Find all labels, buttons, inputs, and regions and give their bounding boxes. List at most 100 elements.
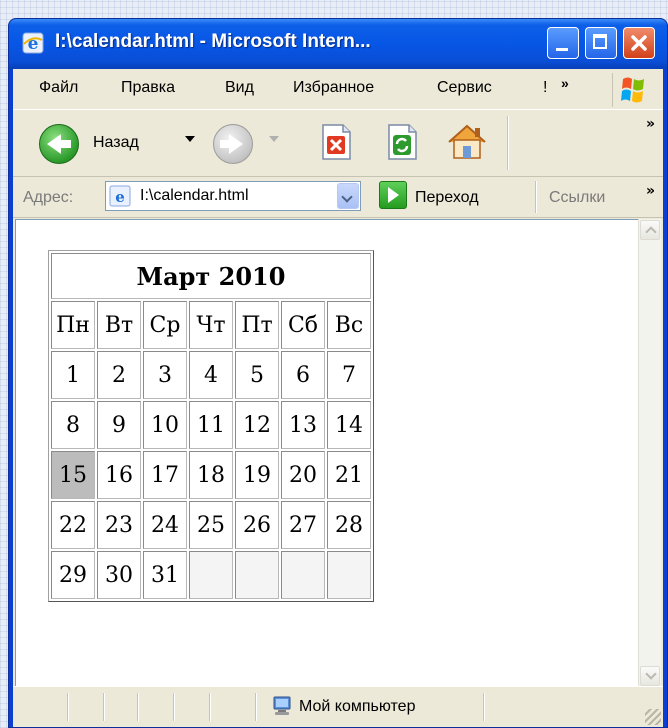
calendar-week-row: 15 16 17 18 19 20 21 <box>51 451 371 499</box>
address-input[interactable]: e I:\calendar.html <box>105 181 361 211</box>
ie-icon: e <box>22 32 44 54</box>
forward-dropdown-icon[interactable] <box>269 136 279 142</box>
weekday-header: Ср <box>143 301 187 349</box>
calendar-day: 16 <box>97 451 141 499</box>
svg-text:e: e <box>115 188 125 206</box>
scroll-up-icon[interactable] <box>640 220 660 240</box>
standard-toolbar: Назад » <box>13 110 663 177</box>
menu-help[interactable]: ! <box>543 79 547 97</box>
forward-button[interactable] <box>213 124 253 164</box>
status-divider <box>483 693 485 721</box>
maximize-icon <box>593 34 607 49</box>
close-icon <box>631 35 647 51</box>
links-overflow-chevron[interactable]: » <box>646 183 655 199</box>
computer-icon <box>273 696 291 715</box>
refresh-icon[interactable] <box>383 122 421 162</box>
back-dropdown-icon[interactable] <box>185 136 195 142</box>
calendar-day: 13 <box>281 401 325 449</box>
calendar-day: 10 <box>143 401 187 449</box>
forward-arrow-shaft <box>220 140 231 148</box>
calendar-day: 23 <box>97 501 141 549</box>
weekday-header-row: Пн Вт Ср Чт Пт Сб Вс <box>51 301 371 349</box>
forward-arrow-icon <box>229 134 243 154</box>
weekday-header: Вс <box>327 301 371 349</box>
resize-grip-icon[interactable] <box>645 709 661 725</box>
maximize-button[interactable] <box>585 27 617 59</box>
calendar-empty-cell <box>327 551 371 599</box>
calendar-day: 18 <box>189 451 233 499</box>
toolbar-separator <box>507 116 509 170</box>
close-button[interactable] <box>623 27 655 59</box>
menu-file[interactable]: Файл <box>39 79 78 97</box>
weekday-header: Пн <box>51 301 95 349</box>
calendar-title: Март 2010 <box>51 253 371 299</box>
calendar-day: 20 <box>281 451 325 499</box>
address-dropdown-icon[interactable] <box>337 183 359 209</box>
status-divider <box>209 693 211 721</box>
menu-bar: Файл Правка Вид Избранное Сервис ! » <box>13 69 663 110</box>
calendar-day: 11 <box>189 401 233 449</box>
calendar-day: 26 <box>235 501 279 549</box>
calendar-empty-cell <box>235 551 279 599</box>
calendar-week-row: 29 30 31 <box>51 551 371 599</box>
calendar-week-row: 22 23 24 25 26 27 28 <box>51 501 371 549</box>
vertical-scrollbar[interactable] <box>638 219 661 687</box>
status-divider <box>67 693 69 721</box>
page-icon: e <box>109 185 131 207</box>
back-button[interactable] <box>39 124 79 164</box>
menu-favorites[interactable]: Избранное <box>293 79 374 97</box>
calendar-day: 31 <box>143 551 187 599</box>
calendar-day: 3 <box>143 351 187 399</box>
calendar-body: 1 2 3 4 5 6 7 8 9 10 11 12 13 14 15 16 17 18 19 20 21 22 23 24 2… <box>51 351 371 599</box>
go-arrow-icon[interactable] <box>379 181 407 209</box>
menu-edit[interactable]: Правка <box>121 79 175 97</box>
menu-view[interactable]: Вид <box>225 79 254 97</box>
weekday-header: Сб <box>281 301 325 349</box>
links-label[interactable]: Ссылки <box>549 189 605 207</box>
calendar-day: 14 <box>327 401 371 449</box>
go-button-label[interactable]: Переход <box>415 189 479 207</box>
menu-tools[interactable]: Сервис <box>437 79 492 97</box>
page-content: Март 2010 Пн Вт Ср Чт Пт Сб Вс 1 2 3 4 5 6 7 8 9 10 11 12… <box>15 219 639 687</box>
calendar-day: 7 <box>327 351 371 399</box>
windows-flag-icon <box>621 77 644 103</box>
calendar-empty-cell <box>189 551 233 599</box>
status-bar: Мой компьютер <box>13 686 663 727</box>
title-bar[interactable]: e I:\calendar.html - Microsoft Intern... <box>9 19 667 69</box>
weekday-header: Вт <box>97 301 141 349</box>
minimize-button[interactable] <box>547 27 579 59</box>
calendar-day: 9 <box>97 401 141 449</box>
window-title: I:\calendar.html - Microsoft Intern... <box>55 31 371 52</box>
calendar-week-row: 8 9 10 11 12 13 14 <box>51 401 371 449</box>
status-divider <box>137 693 139 721</box>
windows-logo <box>612 73 653 107</box>
calendar-empty-cell <box>281 551 325 599</box>
calendar-day: 4 <box>189 351 233 399</box>
back-arrow-shaft <box>60 140 71 148</box>
toolbar-overflow-chevron[interactable]: » <box>646 116 655 132</box>
calendar-day: 28 <box>327 501 371 549</box>
back-label[interactable]: Назад <box>93 134 139 152</box>
calendar-day: 12 <box>235 401 279 449</box>
stop-icon[interactable] <box>317 122 355 162</box>
back-arrow-icon <box>47 134 61 154</box>
calendar-day: 8 <box>51 401 95 449</box>
minimize-icon <box>556 48 568 51</box>
calendar-day: 22 <box>51 501 95 549</box>
status-divider <box>255 693 257 721</box>
address-label: Адрес: <box>23 189 74 206</box>
calendar-week-row: 1234567 <box>51 351 371 399</box>
calendar-day: 2 <box>97 351 141 399</box>
weekday-header: Пт <box>235 301 279 349</box>
status-zone-label: Мой компьютер <box>299 698 416 715</box>
calendar-day: 17 <box>143 451 187 499</box>
scroll-down-icon[interactable] <box>640 666 660 686</box>
calendar-day: 25 <box>189 501 233 549</box>
calendar-day-today: 15 <box>51 451 95 499</box>
calendar-day: 19 <box>235 451 279 499</box>
home-icon[interactable] <box>445 122 489 162</box>
weekday-header: Чт <box>189 301 233 349</box>
calendar-day: 21 <box>327 451 371 499</box>
address-value: I:\calendar.html <box>140 187 249 204</box>
menu-overflow-chevron[interactable]: » <box>561 75 569 91</box>
